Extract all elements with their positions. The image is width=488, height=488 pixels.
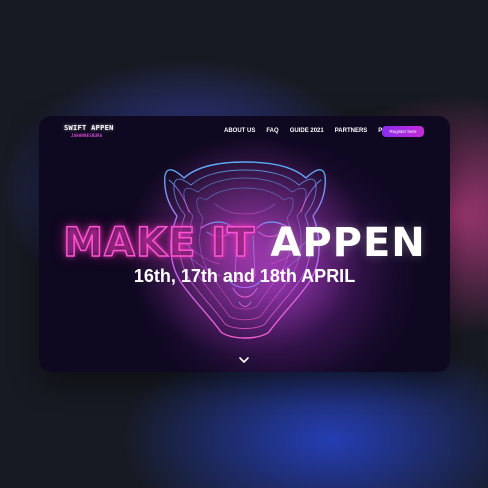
chevron-down-icon[interactable] bbox=[238, 355, 250, 365]
nav-item-partners[interactable]: PARTNERS bbox=[335, 128, 368, 134]
headline-outline-text: MAKE IT bbox=[62, 219, 256, 267]
nav-item-guide-2021[interactable]: GUIDE 2021 bbox=[290, 128, 324, 134]
brand-logo[interactable]: SWIFT APPEN JOHANNESBURG bbox=[64, 125, 114, 138]
register-button[interactable]: Register here bbox=[382, 126, 424, 137]
brand-name: SWIFT APPEN bbox=[64, 124, 114, 132]
headline-solid-text: APPEN bbox=[270, 220, 426, 266]
nav-item-about-us[interactable]: ABOUT US bbox=[224, 128, 255, 134]
brand-tagline: JOHANNESBURG bbox=[71, 133, 103, 138]
hero-headline: MAKE IT APPEN bbox=[39, 219, 450, 267]
hero-card: SWIFT APPEN JOHANNESBURG ABOUT US FAQ GU… bbox=[39, 116, 450, 372]
main-nav: ABOUT US FAQ GUIDE 2021 PARTNERS PAST bbox=[224, 128, 405, 134]
nav-item-faq[interactable]: FAQ bbox=[266, 128, 278, 134]
event-dates: 16th, 17th and 18th APRIL bbox=[133, 266, 356, 286]
